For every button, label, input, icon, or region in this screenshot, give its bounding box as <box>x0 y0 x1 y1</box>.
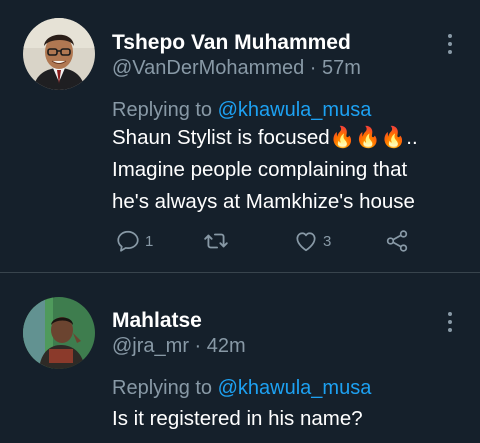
tweet-text-segment: Shaun Stylist is focused <box>112 126 330 149</box>
tweet-text: Is it registered in his name? <box>112 403 462 435</box>
heart-icon <box>296 232 316 252</box>
share-button[interactable] <box>384 226 410 256</box>
timestamp[interactable]: 42m <box>207 335 246 357</box>
share-icon <box>386 230 408 252</box>
tweet-meta: @VanDerMohammed · 57m <box>112 57 361 80</box>
reply-icon <box>117 230 139 252</box>
tweet-meta: @jra_mr · 42m <box>112 335 246 358</box>
user-handle[interactable]: @VanDerMohammed <box>112 57 304 79</box>
tweet-text-line: Shaun Stylist is focused🔥🔥🔥.. <box>112 122 462 154</box>
replying-to-label: Replying to <box>112 99 213 121</box>
tweet-text-line: Is it registered in his name? <box>112 407 363 430</box>
avatar-photo-icon <box>23 18 95 90</box>
replying-to-handle[interactable]: @khawula_musa <box>218 99 372 121</box>
tweet[interactable]: Mahlatse @jra_mr · 42m Replying to @khaw… <box>0 273 480 443</box>
reply-button[interactable]: 1 <box>115 226 153 256</box>
avatar-photo-icon <box>23 297 95 369</box>
timestamp[interactable]: 57m <box>322 57 361 79</box>
replying-to-label: Replying to <box>112 377 213 399</box>
like-count: 3 <box>323 232 332 250</box>
more-options-icon[interactable] <box>438 32 462 56</box>
meta-separator: · <box>309 57 317 79</box>
tweet-text-line: Imagine people complaining that <box>112 158 408 181</box>
tweet-text-segment: .. <box>406 126 418 149</box>
like-button[interactable]: 3 <box>293 226 331 256</box>
retweet-button[interactable] <box>203 226 233 256</box>
fire-emoji-icon: 🔥 <box>329 126 356 149</box>
fire-emoji-icon: 🔥 <box>355 126 381 149</box>
display-name[interactable]: Mahlatse <box>112 309 202 333</box>
retweet-icon <box>204 233 228 249</box>
user-handle[interactable]: @jra_mr <box>112 335 189 357</box>
tweet-text-line: he's always at Mamkhize's house <box>112 190 415 213</box>
replying-to: Replying to @khawula_musa <box>112 377 371 400</box>
tweet-text: Shaun Stylist is focused🔥🔥🔥.. Imagine pe… <box>112 122 462 218</box>
replying-to-handle[interactable]: @khawula_musa <box>218 377 372 399</box>
tweet-actions: 1 3 <box>112 226 442 256</box>
more-options-icon[interactable] <box>438 310 462 334</box>
reply-count: 1 <box>145 232 154 250</box>
replying-to: Replying to @khawula_musa <box>112 99 371 122</box>
avatar[interactable] <box>23 297 95 369</box>
meta-separator: · <box>194 335 202 357</box>
tweet[interactable]: Tshepo Van Muhammed @VanDerMohammed · 57… <box>0 0 480 273</box>
fire-emoji-icon: 🔥 <box>380 126 407 149</box>
avatar[interactable] <box>23 18 95 90</box>
display-name[interactable]: Tshepo Van Muhammed <box>112 31 351 55</box>
